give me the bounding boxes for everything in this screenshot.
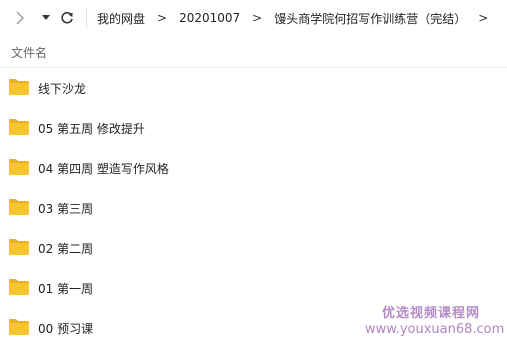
folder-name: 04 第四周 塑造写作风格	[38, 162, 169, 176]
list-item-folder[interactable]: 04 第四周 塑造写作风格	[0, 148, 507, 188]
refresh-icon	[61, 11, 73, 24]
folder-icon	[9, 199, 29, 215]
list-item-folder[interactable]: 05 第五周 修改提升	[0, 108, 507, 148]
forward-button[interactable]	[8, 6, 32, 30]
folder-name: 线下沙龙	[38, 82, 87, 96]
toolbar-divider	[86, 8, 87, 28]
breadcrumb-separator: >	[157, 11, 168, 25]
watermark-title: 优选视频课程网	[382, 306, 481, 321]
folder-name: 03 第三周	[38, 202, 94, 216]
folder-icon	[9, 119, 29, 135]
chevron-right-icon	[16, 11, 24, 25]
folder-icon	[9, 239, 29, 255]
file-browser-window: 我的网盘 > 20201007 > 馒头商学院何招写作训练营（完结） > 文件名…	[0, 0, 507, 346]
column-header-filename[interactable]: 文件名	[11, 44, 47, 61]
breadcrumb-item-my-drive[interactable]: 我的网盘	[97, 10, 145, 27]
column-header: 文件名	[0, 36, 507, 68]
breadcrumb: 我的网盘 > 20201007 > 馒头商学院何招写作训练营（完结） >	[97, 0, 500, 36]
breadcrumb-item-current-folder[interactable]: 馒头商学院何招写作训练营（完结）	[274, 10, 466, 27]
folder-name: 02 第二周	[38, 242, 94, 256]
breadcrumb-item-date-folder[interactable]: 20201007	[179, 11, 240, 25]
caret-down-icon	[42, 15, 50, 20]
folder-icon	[9, 79, 29, 95]
list-item-folder[interactable]: 03 第三周	[0, 188, 507, 228]
watermark-url: www.youxuan68.com	[365, 322, 505, 337]
breadcrumb-separator[interactable]: >	[478, 11, 488, 25]
folder-name: 01 第一周	[38, 282, 94, 296]
breadcrumb-separator: >	[252, 11, 263, 25]
folder-icon	[9, 159, 29, 175]
folder-icon	[9, 279, 29, 295]
folder-icon	[9, 319, 29, 335]
refresh-button[interactable]	[55, 6, 79, 30]
folder-name: 00 预习课	[38, 322, 94, 336]
toolbar: 我的网盘 > 20201007 > 馒头商学院何招写作训练营（完结） >	[0, 0, 507, 36]
folder-name: 05 第五周 修改提升	[38, 122, 145, 136]
list-item-folder[interactable]: 02 第二周	[0, 228, 507, 268]
list-item-folder[interactable]: 线下沙龙	[0, 68, 507, 108]
